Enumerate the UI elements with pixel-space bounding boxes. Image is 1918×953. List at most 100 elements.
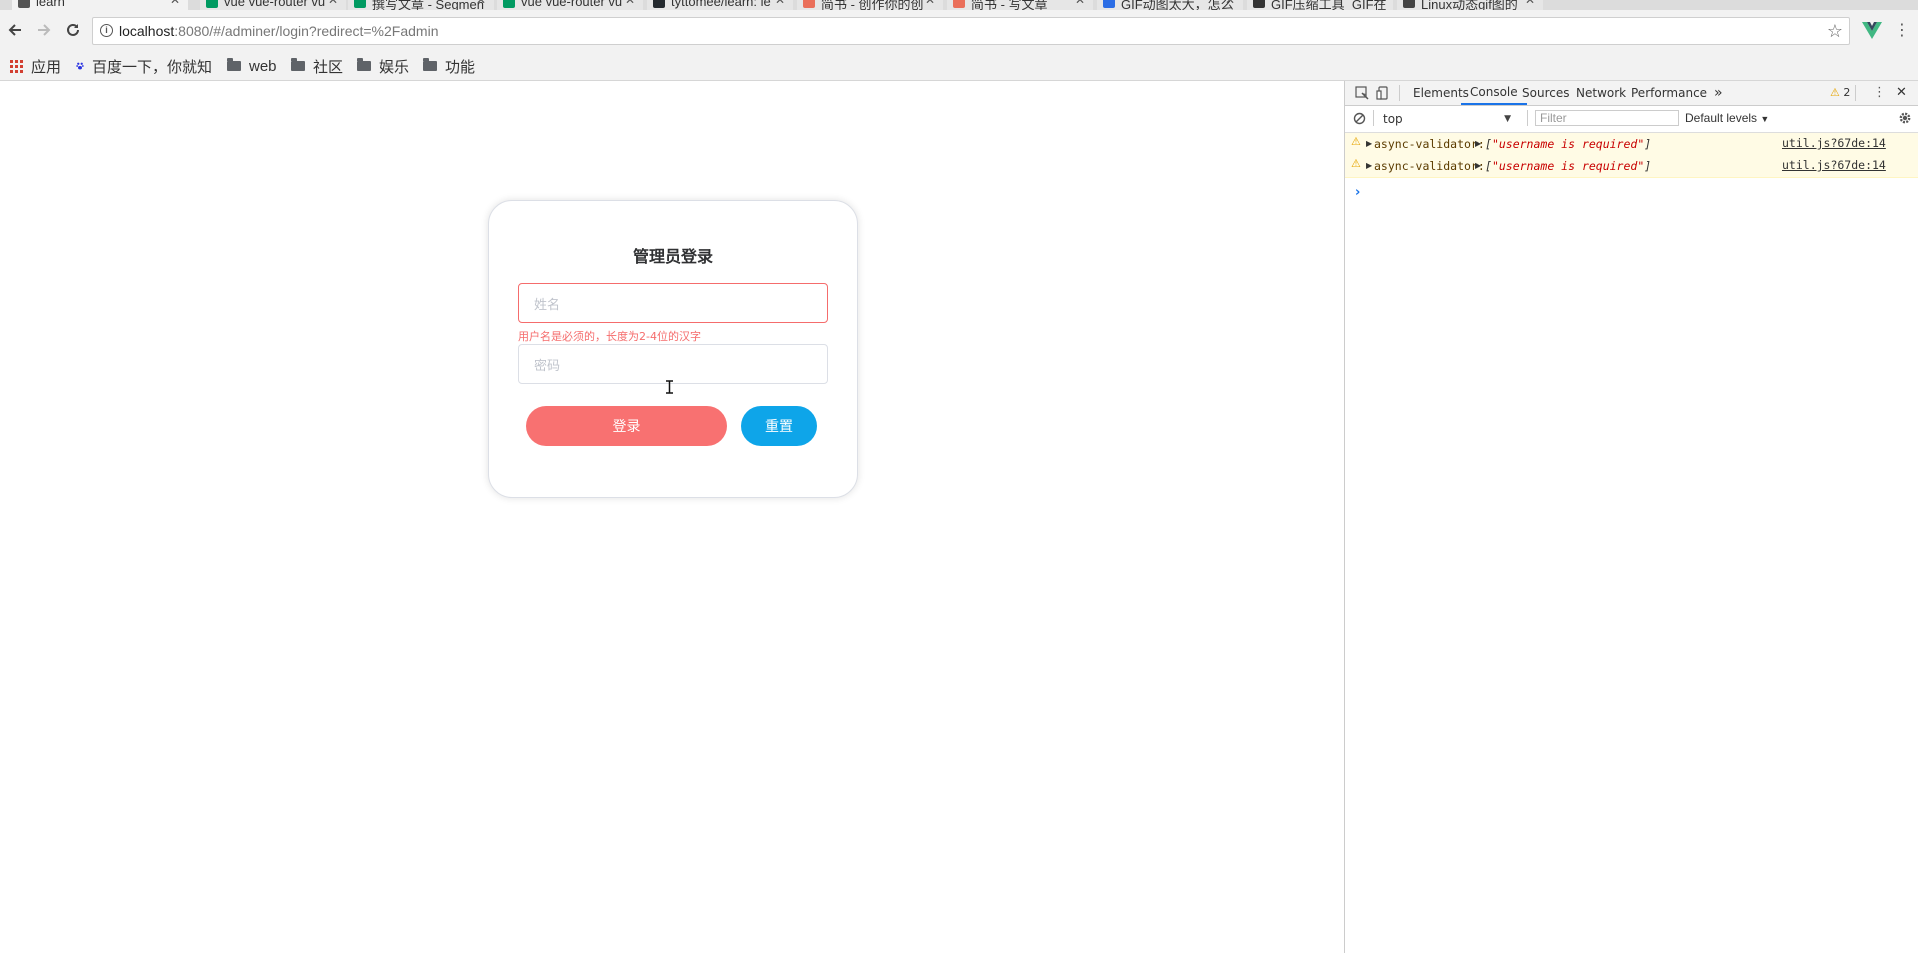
arrow-left-icon	[8, 24, 21, 36]
vue-devtools-icon[interactable]	[1860, 18, 1884, 42]
devtools-menu-icon[interactable]: ⋮	[1873, 81, 1886, 105]
console-filter-input[interactable]: Filter	[1535, 110, 1679, 126]
username-input[interactable]: 姓名	[518, 283, 828, 323]
browser-menu-icon[interactable]: ⋮	[1894, 18, 1910, 42]
bookmark-entertainment-label: 娱乐	[379, 58, 410, 76]
browser-tab[interactable]: 撰写文章 - Segmen ✕	[348, 0, 494, 10]
browser-tab[interactable]: vue vue-router vu ✕	[200, 0, 346, 10]
folder-icon	[291, 58, 305, 71]
devtools-separator	[1855, 85, 1856, 101]
clear-console-icon[interactable]	[1353, 112, 1366, 125]
tab-title: 撰写文章 - Segmen	[372, 0, 484, 10]
tab-close-icon[interactable]: ✕	[328, 0, 338, 7]
devtools-more-tabs[interactable]: »	[1705, 81, 1732, 105]
message-source: async-validator:	[1374, 159, 1485, 173]
warning-icon: ⚠	[1351, 157, 1361, 170]
console-warning-row[interactable]: ⚠ ▶ async-validator: ▶ ["username is require…	[1345, 133, 1918, 156]
bookmark-community[interactable]: 社区	[291, 56, 343, 76]
device-toolbar-icon[interactable]	[1376, 86, 1390, 100]
context-value: top	[1383, 112, 1403, 126]
bookmark-web[interactable]: web	[227, 56, 277, 76]
folder-icon	[423, 58, 437, 71]
expand-triangle-icon[interactable]: ▶	[1366, 139, 1372, 148]
devtools-close-icon[interactable]: ✕	[1896, 81, 1907, 105]
login-button[interactable]: 登录	[526, 406, 727, 446]
warning-icon: ⚠	[1830, 86, 1840, 99]
login-title: 管理员登录	[632, 247, 713, 266]
inspect-element-icon[interactable]	[1355, 86, 1369, 100]
source-link[interactable]: util.js?67de:14	[1782, 136, 1886, 150]
browser-tab[interactable]: 简书 - 创作你的创 ✕	[797, 0, 943, 10]
bookmark-features[interactable]: 功能	[423, 56, 475, 76]
tab-close-icon[interactable]: ✕	[1375, 0, 1385, 7]
devtools-tab-performance[interactable]: Performance	[1622, 81, 1716, 105]
page-viewport: 管理员登录 姓名 用户名是必须的，长度为2-4位的汉字 密码 登录 重置	[0, 81, 1344, 953]
tab-close-icon[interactable]: ✕	[1225, 0, 1235, 7]
info-icon[interactable]: i	[100, 24, 113, 37]
browser-tab[interactable]: vue vue-router vu ✕	[497, 0, 643, 10]
browser-tab[interactable]: GIF压缩工具_GIF在 ✕	[1247, 0, 1393, 10]
warning-count: 2	[1843, 86, 1851, 99]
array-value: "username is required"	[1491, 137, 1645, 151]
back-button[interactable]	[1, 16, 29, 44]
tab-title: GIF动图太大，怎么	[1121, 0, 1234, 10]
console-prompt[interactable]: ›	[1355, 185, 1360, 200]
context-selector[interactable]: top ▼	[1383, 111, 1513, 127]
warning-icon: ⚠	[1351, 135, 1361, 148]
log-levels-dropdown[interactable]: Default levels ▼	[1685, 110, 1769, 127]
bookmark-star-icon[interactable]: ☆	[1827, 21, 1843, 42]
reset-button[interactable]: 重置	[741, 406, 817, 446]
tab-close-icon[interactable]: ✕	[925, 0, 935, 7]
url-path: :8080/#/adminer/login?redirect=%2Fadmin	[174, 23, 439, 39]
tab-favicon-icon	[953, 0, 965, 8]
tab-close-icon[interactable]: ✕	[1525, 0, 1535, 7]
expand-array-triangle-icon[interactable]: ▶	[1475, 139, 1481, 148]
bookmark-entertainment[interactable]: 娱乐	[357, 56, 409, 76]
expand-triangle-icon[interactable]: ▶	[1366, 161, 1372, 170]
devtools-panel: Elements Console Sources Network Perform…	[1344, 81, 1918, 953]
browser-tab[interactable]: GIF动图太大，怎么 ✕	[1097, 0, 1243, 10]
console-toolbar: top ▼ Filter Default levels ▼	[1345, 106, 1918, 133]
folder-icon	[357, 58, 371, 71]
username-error-message: 用户名是必须的，长度为2-4位的汉字	[518, 330, 701, 343]
password-placeholder: 密码	[534, 359, 561, 374]
address-bar[interactable]: i localhost:8080/#/adminer/login?redirec…	[92, 17, 1850, 45]
gear-icon[interactable]	[1898, 111, 1912, 125]
bookmark-community-label: 社区	[313, 58, 344, 76]
console-warning-row[interactable]: ⚠ ▶ async-validator: ▶ ["username is require…	[1345, 155, 1918, 178]
bookmark-web-label: web	[249, 57, 277, 75]
folder-icon	[227, 58, 241, 71]
browser-tab[interactable]: tyttomee/learn: le ✕	[647, 0, 793, 10]
browser-tab[interactable]: Linux动态gif图的 ✕	[1397, 0, 1543, 10]
dropdown-arrow-icon: ▼	[1760, 114, 1770, 124]
reload-button[interactable]	[59, 16, 87, 44]
forward-button[interactable]	[30, 16, 58, 44]
browser-tab[interactable]: learn ✕	[12, 0, 188, 10]
tab-close-icon[interactable]: ✕	[775, 0, 785, 7]
expand-array-triangle-icon[interactable]: ▶	[1475, 161, 1481, 170]
tab-close-icon[interactable]: ✕	[1075, 0, 1085, 7]
devtools-separator	[1373, 110, 1374, 126]
tab-close-icon[interactable]: ✕	[170, 0, 180, 7]
bookmarks-bar: 应用 百度一下，你就知 web 社区 娱乐 功能	[0, 52, 1918, 81]
tab-favicon-icon	[1403, 0, 1415, 8]
browser-tab[interactable]: 简书 - 写文章 ✕	[947, 0, 1093, 10]
devtools-separator	[1527, 110, 1528, 126]
source-link[interactable]: util.js?67de:14	[1782, 158, 1886, 172]
tab-favicon-icon	[1103, 0, 1115, 8]
password-input[interactable]: 密码	[518, 344, 828, 384]
bookmark-apps[interactable]: 应用	[10, 56, 61, 76]
tab-close-icon[interactable]: ✕	[476, 0, 486, 7]
warning-counter[interactable]: ⚠ 2	[1830, 81, 1850, 105]
message-array: ["username is required"]	[1485, 159, 1651, 173]
tab-title: vue vue-router vu	[521, 0, 623, 9]
array-open: [	[1485, 137, 1492, 151]
tab-close-icon[interactable]: ✕	[625, 0, 635, 7]
bookmark-features-label: 功能	[445, 58, 476, 76]
bookmark-baidu[interactable]: 百度一下，你就知	[76, 56, 212, 76]
username-placeholder: 姓名	[534, 298, 561, 313]
bookmark-baidu-label: 百度一下，你就知	[91, 58, 212, 76]
filter-placeholder: Filter	[1540, 111, 1567, 125]
login-card: 管理员登录 姓名 用户名是必须的，长度为2-4位的汉字 密码 登录 重置	[488, 200, 858, 498]
browser-toolbar: i localhost:8080/#/adminer/login?redirec…	[0, 10, 1918, 52]
